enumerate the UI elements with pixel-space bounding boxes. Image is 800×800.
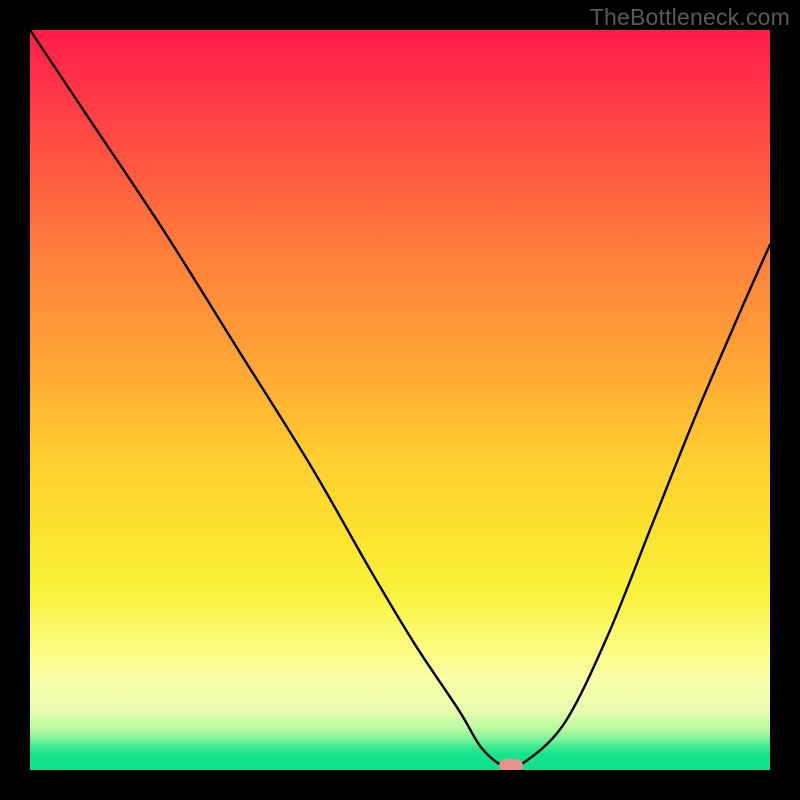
curve-svg [30,30,770,770]
chart-frame: TheBottleneck.com [0,0,800,800]
optimum-marker [499,759,523,770]
bottleneck-curve [30,30,770,770]
plot-area [30,30,770,770]
watermark-text: TheBottleneck.com [590,4,790,31]
